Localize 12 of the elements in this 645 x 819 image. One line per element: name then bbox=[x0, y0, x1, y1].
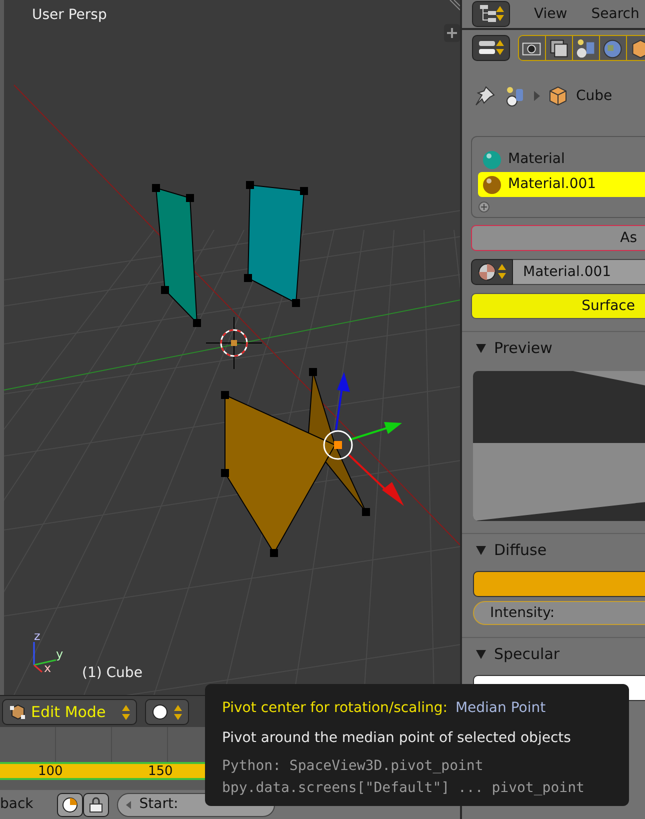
axis-label: y bbox=[56, 648, 64, 660]
axis-label: x bbox=[44, 662, 52, 674]
tooltip-description: Pivot around the median point of selected objects bbox=[222, 729, 572, 748]
axis-label: z bbox=[34, 630, 40, 642]
view-name-label: User Persp bbox=[32, 8, 107, 22]
object-name: Cube bbox=[576, 86, 612, 106]
tooltip-value: Median Point bbox=[455, 699, 546, 718]
python-path: Python: SpaceView3D.pivot_point bbox=[222, 757, 484, 776]
frame-number: 100 bbox=[38, 765, 63, 779]
object-name-label: (1) Cube bbox=[82, 666, 142, 680]
tooltip-title: Pivot center for rotation/scaling: bbox=[222, 699, 448, 718]
frame-number: 150 bbox=[148, 765, 173, 779]
